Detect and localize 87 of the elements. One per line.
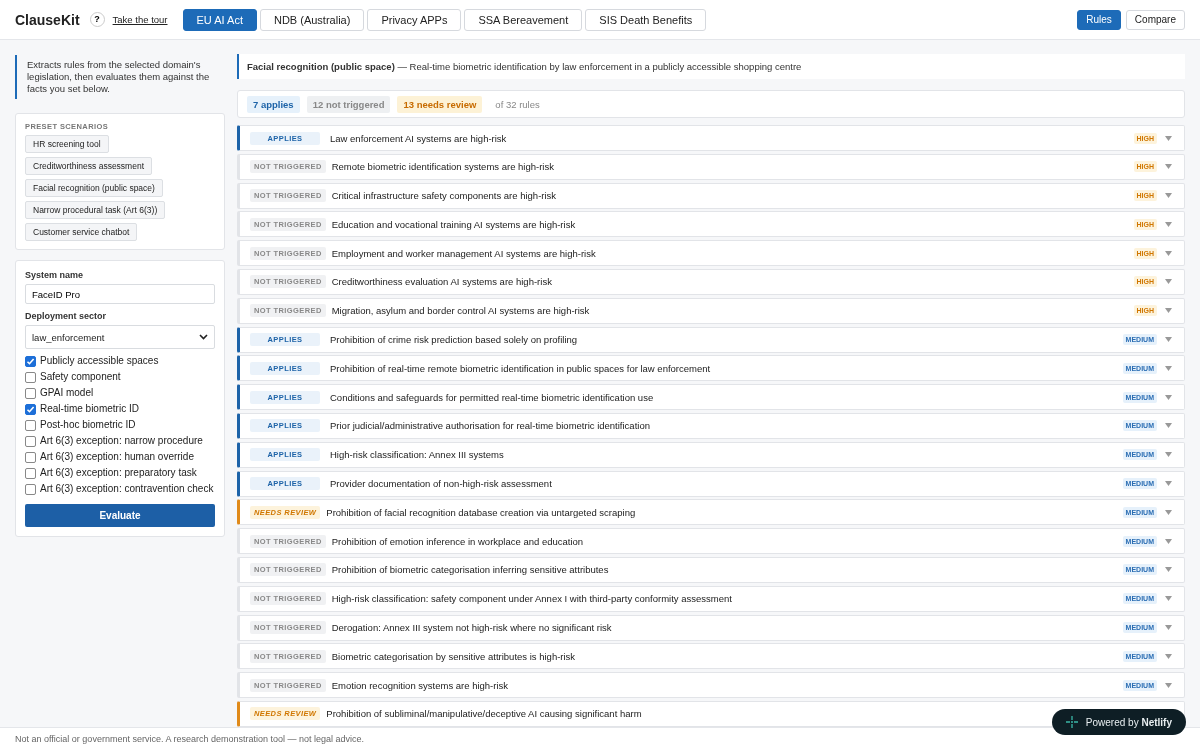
caret-icon[interactable] [1165,308,1172,314]
rule-title: Prohibition of emotion inference in workplace and education [331,535,584,547]
help-button[interactable]: ? [89,12,105,27]
domain-tab[interactable]: NDB (Australia) [259,8,365,31]
system-name-field[interactable]: FaceID Pro [25,284,215,304]
powered-by-toast[interactable]: Powered by Netlify [1051,709,1186,735]
caret-icon[interactable] [1165,538,1172,544]
caret-icon[interactable] [1165,135,1172,141]
preset-button[interactable]: Creditworthiness assessment [25,157,152,175]
rule-title: Law enforcement AI systems are high-risk [330,132,507,144]
checkbox[interactable] [25,419,36,431]
rule-title: Conditions and safeguards for permitted real-time biometric identification use [330,391,654,403]
checkbox[interactable] [25,483,36,495]
domain-tab[interactable]: Privacy APPs [367,8,462,31]
rule-title: Prohibition of facial recognition database creation via untargeted scraping [326,506,636,518]
checkbox-label: Safety component [40,371,121,383]
checkbox-label: Art 6(3) exception: preparatory task [40,467,197,479]
rule-title: Critical infrastructure safety components are high-risk [331,190,557,202]
preset-button[interactable]: HR screening tool [25,135,109,153]
checkbox-label: Art 6(3) exception: human override [40,451,194,463]
caret-icon[interactable] [1165,653,1172,659]
rule-title: Education and vocational training AI systems are high-risk [331,218,576,230]
checkbox-label: GPAI model [40,387,94,399]
sector-dropdown[interactable]: law_enforcement [25,325,215,349]
rule-title: Derogation: Annex III system not high-risk where no significant risk [331,622,612,634]
caret-icon[interactable] [1165,279,1172,285]
rule-title: Prohibition of subliminal/manipulative/deceptive AI causing significant harm [326,708,642,720]
caret-icon[interactable] [1165,481,1172,487]
field-label: System name [25,270,85,280]
rule-title: High-risk classification: Annex III systems [330,449,504,461]
view-tab[interactable]: Rules [1077,9,1121,30]
domain-tab[interactable]: SSA Bereavement [464,8,583,31]
rule-title: Employment and worker management AI systems are high-risk [331,247,596,259]
preset-button[interactable]: Customer service chatbot [25,223,138,241]
rule-title: Prohibition of crime risk prediction based solely on profiling [330,334,578,346]
checkbox[interactable] [25,435,36,447]
preset-button[interactable]: Facial recognition (public space) [25,179,163,197]
rule-title: Provider documentation of non-high-risk assessment [330,478,552,490]
intro-text: Extracts rules from the selected domain's legislation, then evaluates them against the facts you set below. [15,55,225,99]
checkbox-label: Art 6(3) exception: contravention check [40,483,214,495]
sparkle-icon [1065,716,1078,728]
rule-title: Prohibition of biometric categorisation inferring sensitive attributes [331,564,609,576]
field-label: Deployment sector [25,311,108,321]
evaluate-button[interactable]: Evaluate [25,504,215,527]
checkbox[interactable] [25,371,36,383]
caret-icon[interactable] [1165,682,1172,688]
caret-icon[interactable] [1165,337,1172,343]
rule-title: Emotion recognition systems are high-risk [331,679,509,691]
chevron-icon [199,334,208,340]
rule-title: Migration, asylum and border control AI systems are high-risk [331,305,590,317]
checkbox-label: Art 6(3) exception: narrow procedure [40,435,203,447]
rule-title: Biometric categorisation by sensitive attributes is high-risk [331,650,576,662]
checkbox-label: Post-hoc biometric ID [40,419,136,431]
checkbox-label: Publicly accessible spaces [40,355,159,367]
rule-title: Creditworthiness evaluation AI systems are high-risk [331,276,552,288]
checkbox[interactable] [25,403,36,415]
caret-icon[interactable] [1165,423,1172,429]
status-count-badge[interactable]: 7 applies [247,95,300,113]
checkbox-label: Real-time biometric ID [40,403,139,415]
rule-count: of 32 rules [494,97,541,112]
scenario-description: Facial recognition (public space) — Real-time biometric identification by law enforcement in a publicly accessible shopping centre [237,54,1185,79]
caret-icon[interactable] [1165,164,1172,170]
app-logo: ClauseKit [15,11,80,28]
checkbox[interactable] [25,451,36,463]
rule-title: High-risk classification: safety component under Annex I with third-party conformity assessment [331,593,732,605]
caret-icon[interactable] [1165,452,1172,458]
caret-icon[interactable] [1165,221,1172,227]
disclaimer-text: Not an official or government service. A research demonstration tool — not legal advice. [15,734,365,744]
caret-icon[interactable] [1165,567,1172,573]
caret-icon[interactable] [1165,596,1172,602]
checkbox[interactable] [25,467,36,479]
checkbox[interactable] [25,387,36,399]
checkbox[interactable] [25,355,36,367]
tour-link[interactable]: Take the tour [112,14,168,25]
caret-icon[interactable] [1165,193,1172,199]
caret-icon[interactable] [1165,394,1172,400]
caret-icon[interactable] [1165,625,1172,631]
caret-icon[interactable] [1165,509,1172,515]
rule-title: Prohibition of real-time remote biometric identification in public spaces for law enforcement [330,362,711,374]
rule-title: Prior judicial/administrative authorisation for real-time biometric identification [330,420,650,432]
preset-button[interactable]: Narrow procedural task (Art 6(3)) [25,201,166,219]
view-tab[interactable]: Compare [1125,9,1185,30]
caret-icon[interactable] [1165,250,1172,256]
rule-title: Remote biometric identification systems are high-risk [331,161,554,173]
caret-icon[interactable] [1165,365,1172,371]
domain-tab[interactable]: SIS Death Benefits [585,8,707,31]
domain-tab[interactable]: EU AI Act [182,8,257,31]
